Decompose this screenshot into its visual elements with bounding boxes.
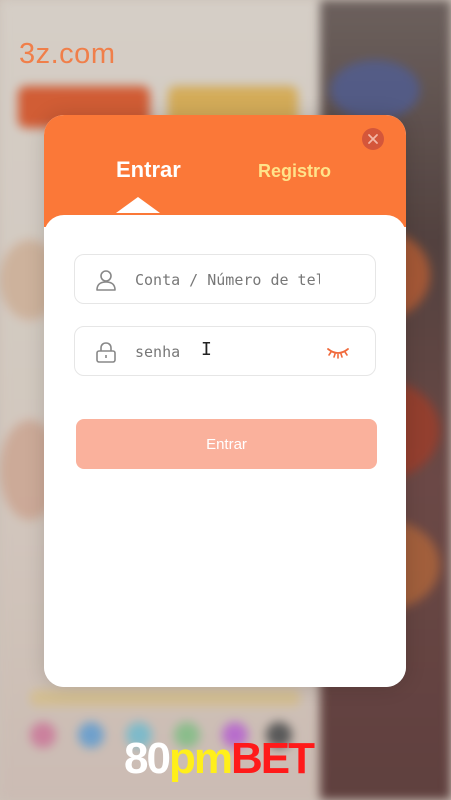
brand-part-1: 80 [124,734,171,783]
password-field[interactable]: I [74,326,376,376]
account-field[interactable] [74,254,376,304]
tab-login[interactable]: Entrar [116,157,181,183]
modal-header: Entrar Registro [44,115,406,227]
password-input[interactable] [135,338,320,366]
lock-icon [96,342,116,363]
active-tab-indicator [116,197,160,213]
user-icon [96,270,116,291]
brand-logo: 80pmBET [124,734,315,784]
eye-closed-icon[interactable] [326,343,350,361]
modal-body: I Entrar [44,215,406,687]
tab-register[interactable]: Registro [258,161,331,182]
brand-part-3: BET [230,734,315,783]
submit-button[interactable]: Entrar [76,419,377,469]
close-button[interactable] [362,128,384,150]
site-watermark: 3z.com [19,38,116,70]
account-input[interactable] [135,266,320,294]
text-cursor-icon: I [201,339,212,360]
brand-part-2: pm [168,734,233,783]
close-icon [368,134,378,144]
login-modal: Entrar Registro I [44,115,406,687]
